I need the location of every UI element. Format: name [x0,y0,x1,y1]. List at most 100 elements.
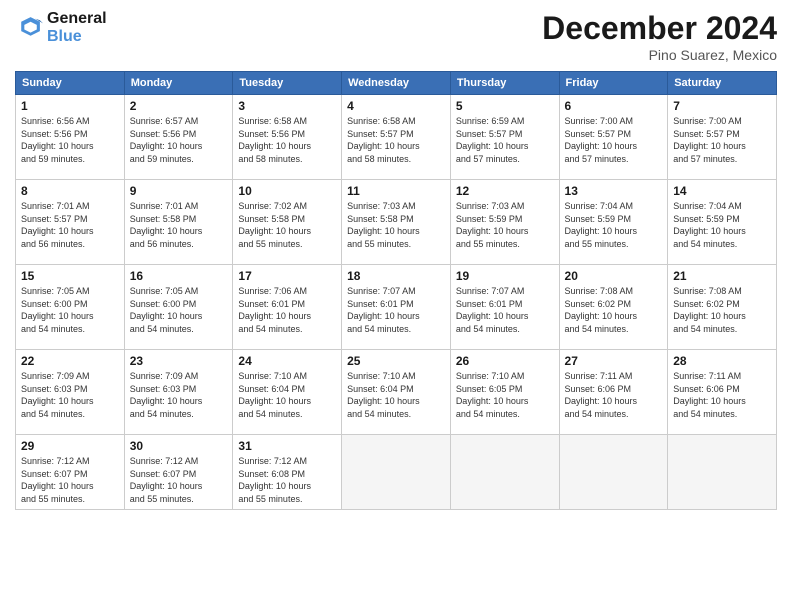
table-row: 18Sunrise: 7:07 AMSunset: 6:01 PMDayligh… [342,265,451,350]
day-info: Sunrise: 6:58 AMSunset: 5:57 PMDaylight:… [347,115,445,165]
day-number: 19 [456,269,554,283]
day-info: Sunrise: 7:05 AMSunset: 6:00 PMDaylight:… [130,285,228,335]
day-number: 16 [130,269,228,283]
day-number: 26 [456,354,554,368]
day-info: Sunrise: 7:00 AMSunset: 5:57 PMDaylight:… [565,115,663,165]
header-tuesday: Tuesday [233,72,342,95]
table-row: 8Sunrise: 7:01 AMSunset: 5:57 PMDaylight… [16,180,125,265]
day-number: 21 [673,269,771,283]
day-info: Sunrise: 7:04 AMSunset: 5:59 PMDaylight:… [673,200,771,250]
table-row: 17 Sunrise: 7:06 AMSunset: 6:01 PMDayligh… [233,265,342,350]
month-title: December 2024 [542,10,777,47]
table-row: 23 Sunrise: 7:09 AMSunset: 6:03 PMDayligh… [124,350,233,435]
day-number: 6 [565,99,663,113]
calendar-table: Sunday Monday Tuesday Wednesday Thursday… [15,71,777,510]
day-number: 17 [238,269,336,283]
day-info: Sunrise: 6:59 AMSunset: 5:57 PMDaylight:… [456,115,554,165]
day-number: 9 [130,184,228,198]
day-number: 12 [456,184,554,198]
table-row: 24 Sunrise: 7:10 AMSunset: 6:04 PMDayligh… [233,350,342,435]
header-monday: Monday [124,72,233,95]
table-row: 6 Sunrise: 7:00 AMSunset: 5:57 PMDaylight… [559,95,668,180]
day-number: 20 [565,269,663,283]
day-info: Sunrise: 7:10 AMSunset: 6:04 PMDaylight:… [238,370,336,420]
day-info: Sunrise: 6:57 AMSunset: 5:56 PMDaylight:… [130,115,228,165]
table-row: 14 Sunrise: 7:04 AMSunset: 5:59 PMDayligh… [668,180,777,265]
location: Pino Suarez, Mexico [542,47,777,63]
table-row: 31 Sunrise: 7:12 AMSunset: 6:08 PMDayligh… [233,435,342,510]
table-row [668,435,777,510]
day-info: Sunrise: 7:08 AMSunset: 6:02 PMDaylight:… [565,285,663,335]
page: General Blue December 2024 Pino Suarez, … [0,0,792,612]
table-row: 7 Sunrise: 7:00 AMSunset: 5:57 PMDaylight… [668,95,777,180]
day-number: 15 [21,269,119,283]
header-thursday: Thursday [450,72,559,95]
header-sunday: Sunday [16,72,125,95]
table-row: 1 Sunrise: 6:56 AMSunset: 5:56 PMDaylight… [16,95,125,180]
day-info: Sunrise: 7:02 AMSunset: 5:58 PMDaylight:… [238,200,336,250]
day-info: Sunrise: 7:04 AMSunset: 5:59 PMDaylight:… [565,200,663,250]
table-row: 9 Sunrise: 7:01 AMSunset: 5:58 PMDaylight… [124,180,233,265]
table-row: 10 Sunrise: 7:02 AMSunset: 5:58 PMDayligh… [233,180,342,265]
table-row [342,435,451,510]
day-info: Sunrise: 7:12 AMSunset: 6:08 PMDaylight:… [238,455,336,505]
table-row: 5 Sunrise: 6:59 AMSunset: 5:57 PMDaylight… [450,95,559,180]
table-row: 21 Sunrise: 7:08 AMSunset: 6:02 PMDayligh… [668,265,777,350]
day-info: Sunrise: 7:00 AMSunset: 5:57 PMDaylight:… [673,115,771,165]
day-info: Sunrise: 7:07 AMSunset: 6:01 PMDaylight:… [347,285,445,335]
table-row: 13 Sunrise: 7:04 AMSunset: 5:59 PMDayligh… [559,180,668,265]
table-row [450,435,559,510]
day-info: Sunrise: 6:56 AMSunset: 5:56 PMDaylight:… [21,115,119,165]
logo: General Blue [15,10,107,46]
day-number: 13 [565,184,663,198]
day-info: Sunrise: 7:11 AMSunset: 6:06 PMDaylight:… [565,370,663,420]
day-info: Sunrise: 7:08 AMSunset: 6:02 PMDaylight:… [673,285,771,335]
table-row: 29Sunrise: 7:12 AMSunset: 6:07 PMDayligh… [16,435,125,510]
day-number: 7 [673,99,771,113]
header-saturday: Saturday [668,72,777,95]
header-wednesday: Wednesday [342,72,451,95]
day-number: 27 [565,354,663,368]
day-info: Sunrise: 7:10 AMSunset: 6:04 PMDaylight:… [347,370,445,420]
table-row: 25 Sunrise: 7:10 AMSunset: 6:04 PMDayligh… [342,350,451,435]
day-info: Sunrise: 7:01 AMSunset: 5:57 PMDaylight:… [21,200,119,250]
day-info: Sunrise: 7:07 AMSunset: 6:01 PMDaylight:… [456,285,554,335]
day-number: 14 [673,184,771,198]
day-number: 3 [238,99,336,113]
day-info: Sunrise: 7:06 AMSunset: 6:01 PMDaylight:… [238,285,336,335]
logo-text: General Blue [47,10,107,46]
table-row: 11Sunrise: 7:03 AMSunset: 5:58 PMDayligh… [342,180,451,265]
table-row: 3 Sunrise: 6:58 AMSunset: 5:56 PMDaylight… [233,95,342,180]
day-info: Sunrise: 7:03 AMSunset: 5:59 PMDaylight:… [456,200,554,250]
day-info: Sunrise: 6:58 AMSunset: 5:56 PMDaylight:… [238,115,336,165]
day-info: Sunrise: 7:01 AMSunset: 5:58 PMDaylight:… [130,200,228,250]
table-row: 30 Sunrise: 7:12 AMSunset: 6:07 PMDayligh… [124,435,233,510]
day-number: 22 [21,354,119,368]
table-row: 22 Sunrise: 7:09 AMSunset: 6:03 PMDayligh… [16,350,125,435]
day-number: 31 [238,439,336,453]
day-number: 24 [238,354,336,368]
table-row: 27 Sunrise: 7:11 AMSunset: 6:06 PMDayligh… [559,350,668,435]
header-friday: Friday [559,72,668,95]
day-number: 23 [130,354,228,368]
day-number: 2 [130,99,228,113]
day-info: Sunrise: 7:09 AMSunset: 6:03 PMDaylight:… [130,370,228,420]
day-number: 10 [238,184,336,198]
table-row: 16 Sunrise: 7:05 AMSunset: 6:00 PMDayligh… [124,265,233,350]
day-info: Sunrise: 7:09 AMSunset: 6:03 PMDaylight:… [21,370,119,420]
day-number: 4 [347,99,445,113]
day-number: 25 [347,354,445,368]
title-block: December 2024 Pino Suarez, Mexico [542,10,777,63]
day-number: 1 [21,99,119,113]
day-info: Sunrise: 7:12 AMSunset: 6:07 PMDaylight:… [130,455,228,505]
day-number: 5 [456,99,554,113]
day-info: Sunrise: 7:11 AMSunset: 6:06 PMDaylight:… [673,370,771,420]
day-number: 28 [673,354,771,368]
header: General Blue December 2024 Pino Suarez, … [15,10,777,63]
day-info: Sunrise: 7:10 AMSunset: 6:05 PMDaylight:… [456,370,554,420]
table-row: 12 Sunrise: 7:03 AMSunset: 5:59 PMDayligh… [450,180,559,265]
day-number: 30 [130,439,228,453]
day-info: Sunrise: 7:03 AMSunset: 5:58 PMDaylight:… [347,200,445,250]
table-row: 28 Sunrise: 7:11 AMSunset: 6:06 PMDayligh… [668,350,777,435]
logo-icon [15,14,43,42]
